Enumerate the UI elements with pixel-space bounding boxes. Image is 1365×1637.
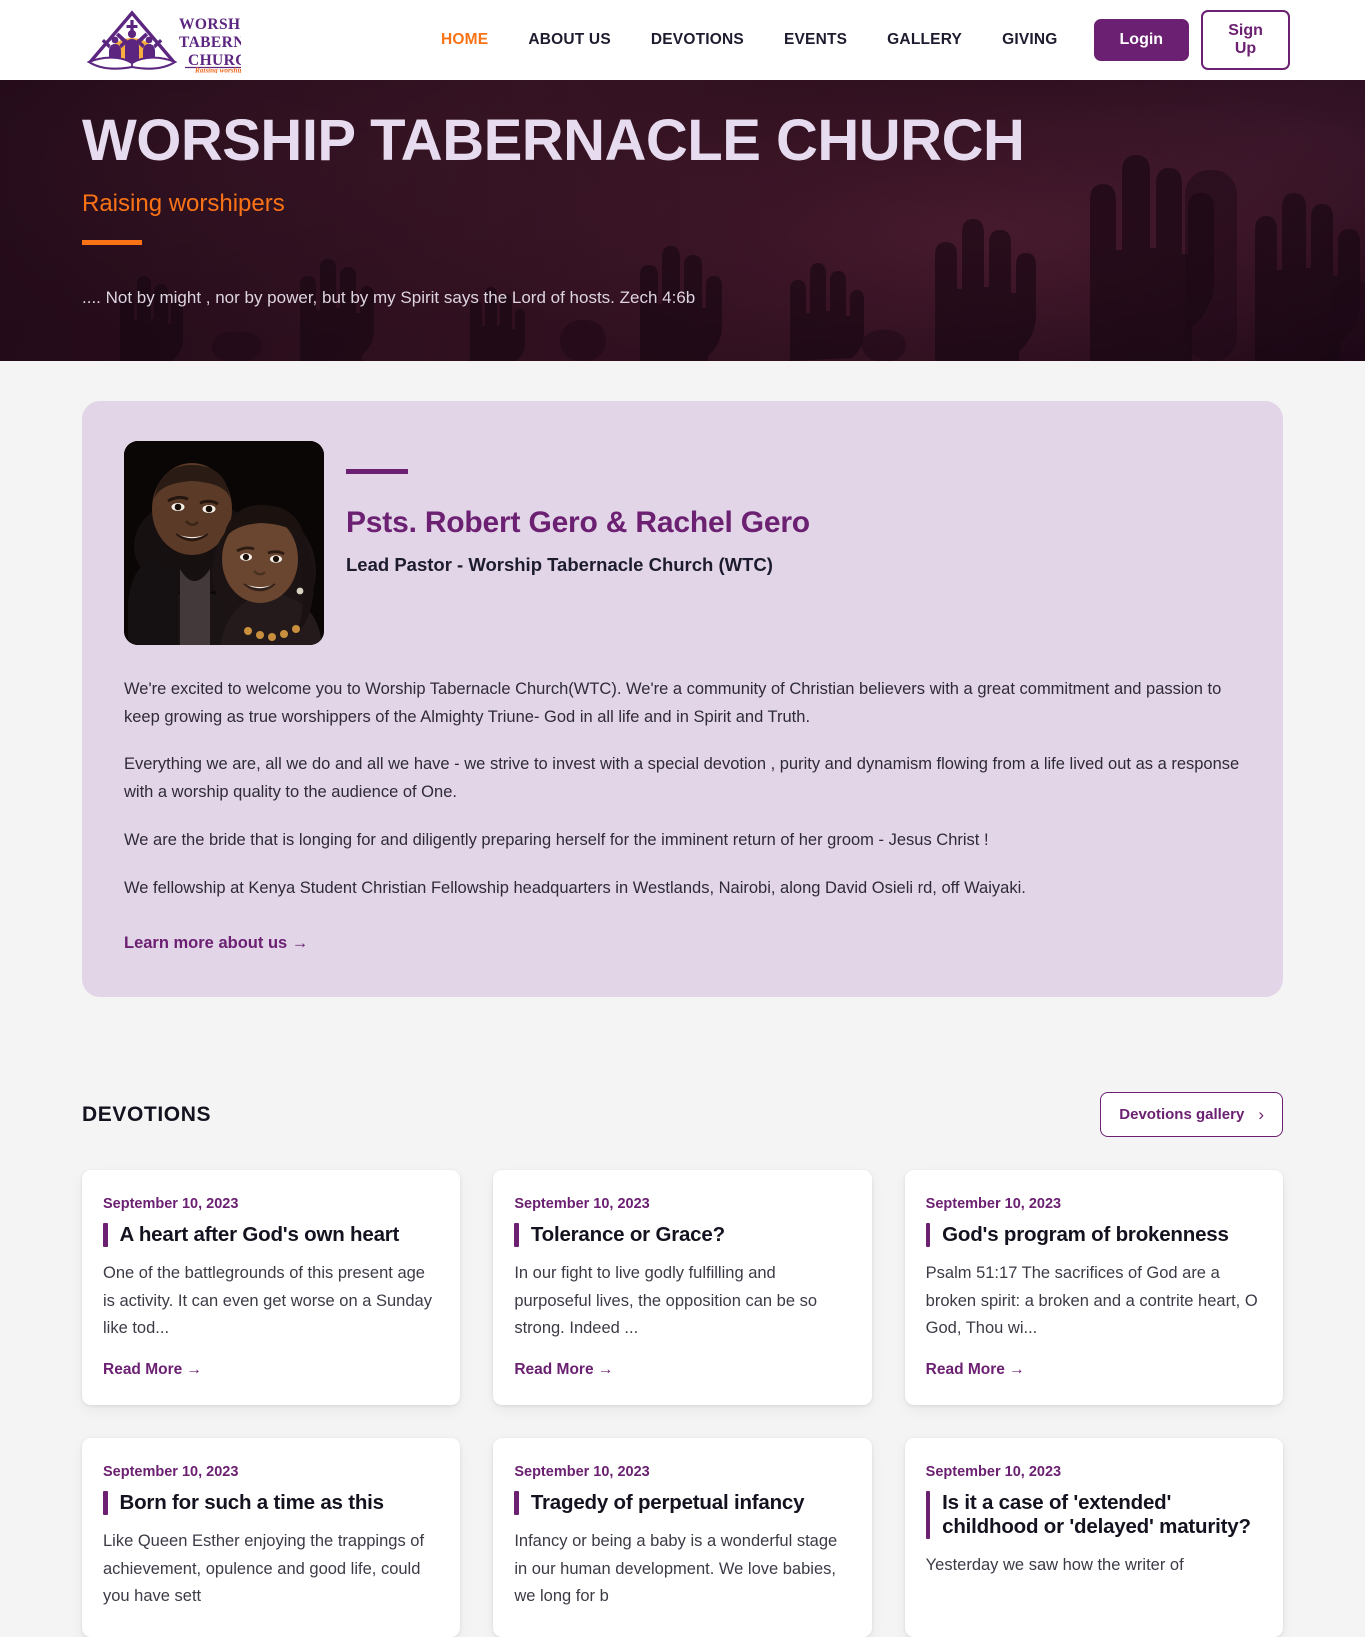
devotion-title-row: Tolerance or Grace? xyxy=(514,1223,849,1248)
devotion-title: Is it a case of 'extended' childhood or … xyxy=(942,1491,1251,1539)
pastor-paragraph-3: We are the bride that is longing for and… xyxy=(124,830,989,849)
pastor-description: We're excited to welcome you to Worship … xyxy=(124,676,1241,953)
devotion-accent-bar xyxy=(103,1491,108,1516)
chevron-right-icon: › xyxy=(1258,1105,1264,1125)
devotion-excerpt: One of the battlegrounds of this present… xyxy=(103,1264,432,1338)
devotion-excerpt: Yesterday we saw how the writer of xyxy=(925,1556,1184,1575)
site-header: WORSHIP TABERNACLE CHURCH Raising worshi… xyxy=(0,0,1365,80)
hero-content: WORSHIP TABERNACLE CHURCH Raising worshi… xyxy=(0,80,1365,308)
nav-item-gallery[interactable]: GALLERY xyxy=(887,31,962,49)
hero-verse: .... Not by might , nor by power, but by… xyxy=(82,287,696,307)
devotion-title-row: Tragedy of perpetual infancy xyxy=(514,1491,849,1516)
devotion-accent-bar xyxy=(103,1223,108,1248)
main-content: Psts. Robert Gero & Rachel Gero Lead Pas… xyxy=(0,401,1365,1637)
devotion-accent-bar xyxy=(514,1491,519,1516)
devotion-title: Born for such a time as this xyxy=(119,1491,385,1515)
devotions-section-title: DEVOTIONS xyxy=(82,1102,212,1126)
church-cross-logo-icon: WORSHIP TABERNACLE CHURCH Raising worshi… xyxy=(86,10,241,74)
signup-button[interactable]: Sign Up xyxy=(1201,10,1290,70)
devotion-card[interactable]: September 10, 2023 God's program of brok… xyxy=(904,1170,1283,1406)
devotion-card[interactable]: September 10, 2023 A heart after God's o… xyxy=(82,1170,461,1406)
svg-text:Raising worshippers: Raising worshippers xyxy=(194,67,241,74)
pastor-paragraph-2: Everything we are, all we do and all we … xyxy=(124,755,1240,802)
devotion-card[interactable]: September 10, 2023 Tragedy of perpetual … xyxy=(493,1438,872,1637)
devotion-date: September 10, 2023 xyxy=(925,1196,1062,1213)
devotions-header: DEVOTIONS Devotions gallery › xyxy=(82,1092,1283,1138)
devotion-card[interactable]: September 10, 2023 Is it a case of 'exte… xyxy=(904,1438,1283,1637)
pastor-header: Psts. Robert Gero & Rachel Gero Lead Pas… xyxy=(124,441,1241,645)
devotion-title: God's program of brokenness xyxy=(942,1223,1229,1247)
devotion-excerpt: Like Queen Esther enjoying the trappings… xyxy=(103,1532,425,1606)
nav-item-devotions[interactable]: DEVOTIONS xyxy=(651,31,744,49)
nav-item-giving[interactable]: GIVING xyxy=(1002,31,1057,49)
pastor-welcome-card: Psts. Robert Gero & Rachel Gero Lead Pas… xyxy=(82,401,1283,998)
read-more-link[interactable]: Read More → xyxy=(926,1361,1025,1379)
devotions-gallery-button[interactable]: Devotions gallery › xyxy=(1100,1092,1283,1138)
learn-more-about-us-link[interactable]: Learn more about us → xyxy=(124,934,308,953)
devotions-grid-row-1: September 10, 2023 A heart after God's o… xyxy=(82,1170,1283,1406)
devotion-title: Tragedy of perpetual infancy xyxy=(530,1491,805,1515)
devotion-accent-bar xyxy=(514,1223,519,1248)
devotion-date: September 10, 2023 xyxy=(103,1464,239,1481)
login-button[interactable]: Login xyxy=(1093,19,1190,61)
hero-accent-rule xyxy=(82,239,142,245)
auth-buttons: Login Sign Up xyxy=(1093,10,1290,70)
devotion-title-row: God's program of brokenness xyxy=(925,1223,1261,1248)
devotions-grid-row-2: September 10, 2023 Born for such a time … xyxy=(82,1438,1283,1637)
devotion-accent-bar xyxy=(925,1223,931,1248)
pastor-meta: Psts. Robert Gero & Rachel Gero Lead Pas… xyxy=(346,441,810,576)
pastor-role: Lead Pastor - Worship Tabernacle Church … xyxy=(346,554,773,575)
devotions-section: DEVOTIONS Devotions gallery › September … xyxy=(82,1092,1283,1637)
nav-item-events[interactable]: EVENTS xyxy=(784,31,847,49)
devotion-card[interactable]: September 10, 2023 Born for such a time … xyxy=(82,1438,461,1637)
pastor-portrait-photo xyxy=(124,441,324,645)
site-logo[interactable]: WORSHIP TABERNACLE CHURCH Raising worshi… xyxy=(85,7,241,73)
pastor-paragraph-1: We're excited to welcome you to Worship … xyxy=(124,680,1222,726)
nav-item-about-us[interactable]: ABOUT US xyxy=(528,31,611,49)
hero-banner: WORSHIP TABERNACLE CHURCH Raising worshi… xyxy=(0,80,1365,361)
read-more-link[interactable]: Read More → xyxy=(103,1361,202,1379)
devotion-card[interactable]: September 10, 2023 Tolerance or Grace? I… xyxy=(493,1170,872,1406)
pastor-name: Psts. Robert Gero & Rachel Gero xyxy=(346,506,810,539)
devotion-date: September 10, 2023 xyxy=(514,1196,650,1213)
svg-text:TABERNACLE: TABERNACLE xyxy=(179,34,241,51)
devotion-excerpt: Psalm 51:17 The sacrifices of God are a … xyxy=(925,1264,1258,1338)
devotion-date: September 10, 2023 xyxy=(103,1196,239,1213)
svg-text:WORSHIP: WORSHIP xyxy=(179,16,241,33)
read-more-link[interactable]: Read More → xyxy=(514,1361,613,1379)
pastor-paragraph-4: We fellowship at Kenya Student Christian… xyxy=(124,878,1026,897)
devotion-excerpt: Infancy or being a baby is a wonderful s… xyxy=(514,1532,838,1606)
hero-tagline: Raising worshipers xyxy=(82,189,285,217)
devotion-title: Tolerance or Grace? xyxy=(530,1223,725,1247)
devotion-date: September 10, 2023 xyxy=(925,1464,1062,1481)
nav-item-home[interactable]: HOME xyxy=(441,31,488,49)
devotion-date: September 10, 2023 xyxy=(514,1464,650,1481)
pastor-couple-image xyxy=(124,441,324,645)
devotion-title-row: Born for such a time as this xyxy=(103,1491,438,1516)
main-navigation: HOME ABOUT US DEVOTIONS EVENTS GALLERY G… xyxy=(441,31,1058,49)
pastor-accent-dash xyxy=(346,469,408,474)
devotion-title-row: Is it a case of 'extended' childhood or … xyxy=(925,1491,1261,1540)
devotion-title: A heart after God's own heart xyxy=(119,1223,400,1247)
devotion-title-row: A heart after God's own heart xyxy=(103,1223,438,1248)
devotions-gallery-button-label: Devotions gallery xyxy=(1119,1106,1245,1124)
devotion-excerpt: In our fight to live godly fulfilling an… xyxy=(514,1264,818,1338)
devotion-accent-bar xyxy=(925,1491,931,1540)
hero-title: WORSHIP TABERNACLE CHURCH xyxy=(82,108,1025,173)
